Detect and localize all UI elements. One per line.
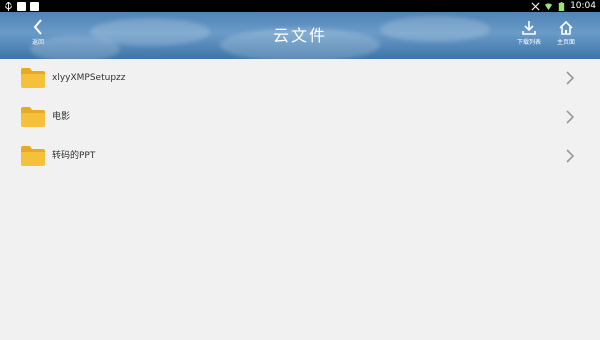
usb-icon: [5, 1, 12, 11]
notification-icon: [17, 1, 26, 11]
status-left-icons: [4, 0, 39, 12]
folder-icon: [21, 107, 45, 127]
download-list-label: 下载列表: [516, 39, 541, 46]
folder-icon: [21, 146, 45, 166]
home-label: 主页面: [556, 39, 575, 46]
folder-row[interactable]: 电影: [0, 98, 600, 137]
back-label: 返回: [31, 39, 44, 46]
folder-name: xlyyXMPSetupzz: [52, 73, 126, 83]
home-icon: [559, 20, 573, 35]
back-arrow-icon: [33, 19, 42, 35]
folder-row[interactable]: xlyyXMPSetupzz: [0, 59, 600, 98]
chevron-right-icon: [566, 110, 575, 124]
status-bar: 10:04: [0, 0, 600, 12]
back-button[interactable]: 返回: [22, 16, 54, 56]
chevron-right-icon: [566, 71, 575, 85]
signal-mute-icon: [531, 2, 540, 10]
folder-name: 转码的PPT: [52, 151, 96, 161]
notification-icon: [30, 1, 39, 11]
status-right-icons: 10:04: [531, 0, 596, 12]
wifi-icon: [544, 2, 553, 10]
app-header: 返回 云文件 下载列表 主页面: [0, 12, 600, 59]
chevron-right-icon: [566, 149, 575, 163]
folder-row[interactable]: 转码的PPT: [0, 137, 600, 176]
download-icon: [522, 21, 536, 35]
home-button[interactable]: 主页面: [549, 16, 583, 56]
clock: 10:04: [570, 1, 596, 11]
folder-icon: [21, 68, 45, 88]
download-list-button[interactable]: 下载列表: [512, 16, 546, 56]
folder-list: xlyyXMPSetupzz 电影 转码的PPT: [0, 59, 600, 176]
folder-name: 电影: [52, 112, 71, 122]
battery-icon: [558, 1, 565, 11]
